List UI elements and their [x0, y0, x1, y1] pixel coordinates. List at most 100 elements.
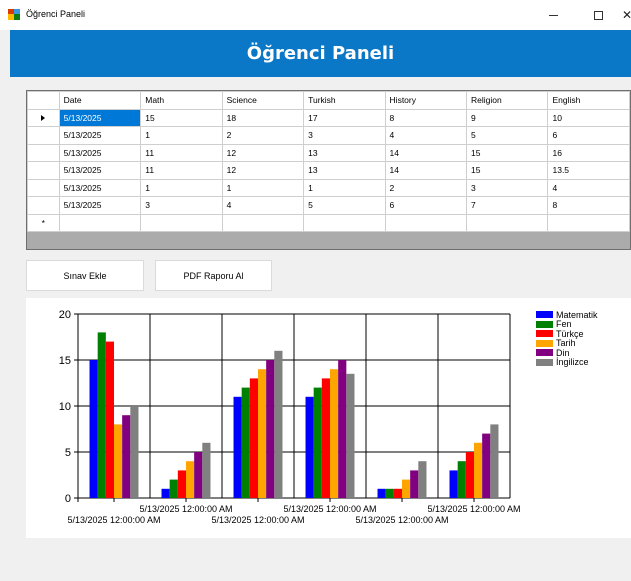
table-cell[interactable]: 12 — [221, 161, 305, 180]
bar-tarih — [186, 461, 195, 498]
table-cell[interactable]: 6 — [547, 126, 630, 145]
close-button[interactable]: ✕ — [617, 3, 631, 27]
table-cell[interactable]: 11 — [140, 161, 223, 180]
minimize-button[interactable] — [538, 3, 568, 27]
table-cell[interactable]: 12 — [221, 143, 305, 162]
table-cell[interactable]: 5/13/2025 — [58, 108, 142, 127]
exam-table: Date Math Science Turkish History Religi… — [27, 91, 630, 232]
row-header[interactable] — [27, 178, 60, 197]
row-header[interactable] — [27, 108, 60, 127]
column-header[interactable]: Turkish — [303, 91, 386, 110]
table-cell[interactable]: 13 — [303, 161, 386, 180]
header-banner: Öğrenci Paneli — [10, 30, 631, 77]
row-header[interactable] — [27, 126, 60, 145]
bar-tarih — [114, 424, 123, 498]
bar-i̇ngilizce — [130, 406, 139, 498]
legend-swatch — [536, 349, 553, 357]
table-cell[interactable]: 18 — [221, 108, 305, 127]
table-cell[interactable]: 1 — [221, 178, 305, 197]
column-header[interactable]: Science — [221, 91, 305, 110]
bar-fen — [385, 488, 394, 498]
bar-matematik — [89, 360, 98, 498]
legend-label: Din — [556, 347, 570, 358]
table-cell[interactable] — [547, 213, 630, 232]
bar-türkçe — [105, 341, 114, 498]
table-cell[interactable]: 15 — [140, 108, 223, 127]
table-cell[interactable]: 3 — [465, 178, 549, 197]
table-row[interactable]: 5/13/2025 15 18 17 8 9 10 — [27, 108, 630, 127]
new-row-marker[interactable]: * — [27, 213, 60, 232]
table-cell[interactable]: 14 — [384, 143, 467, 162]
table-cell[interactable]: 13.5 — [547, 161, 630, 180]
row-header[interactable] — [27, 196, 60, 215]
table-cell[interactable]: 9 — [465, 108, 549, 127]
table-cell[interactable]: 3 — [303, 126, 386, 145]
table-cell[interactable] — [221, 213, 305, 232]
table-cell[interactable]: 13 — [303, 143, 386, 162]
x-tick-label: 5/13/2025 12:00:00 AM — [283, 504, 376, 514]
table-row[interactable]: 5/13/2025 11 12 13 14 15 13.5 — [27, 161, 630, 180]
table-cell[interactable]: 1 — [140, 126, 223, 145]
add-exam-button[interactable]: Sınav Ekle — [26, 260, 144, 291]
table-cell[interactable]: 4 — [221, 196, 305, 215]
table-cell[interactable]: 11 — [140, 143, 223, 162]
bar-i̇ngilizce — [274, 350, 283, 498]
row-header[interactable] — [27, 143, 60, 162]
table-cell[interactable]: 5/13/2025 — [58, 196, 142, 215]
table-cell[interactable]: 6 — [384, 196, 467, 215]
table-cell[interactable]: 1 — [140, 178, 223, 197]
table-cell[interactable]: 4 — [547, 178, 630, 197]
table-cell[interactable] — [303, 213, 386, 232]
table-cell[interactable]: 7 — [465, 196, 549, 215]
bar-matematik — [305, 396, 314, 498]
table-cell[interactable]: 5 — [303, 196, 386, 215]
table-cell[interactable]: 1 — [303, 178, 386, 197]
table-row[interactable]: 5/13/2025 11 12 13 14 15 16 — [27, 143, 630, 162]
column-header[interactable]: Math — [140, 91, 223, 110]
exam-grid[interactable]: Date Math Science Turkish History Religi… — [26, 90, 631, 250]
table-cell[interactable]: 2 — [384, 178, 467, 197]
y-tick-label: 20 — [59, 309, 71, 321]
table-cell[interactable]: 14 — [384, 161, 467, 180]
table-cell[interactable]: 8 — [547, 196, 630, 215]
table-cell[interactable] — [140, 213, 223, 232]
table-cell[interactable]: 5/13/2025 — [58, 126, 142, 145]
table-cell[interactable]: 10 — [547, 108, 630, 127]
table-cell[interactable]: 5/13/2025 — [58, 178, 142, 197]
table-cell[interactable]: 17 — [303, 108, 386, 127]
y-tick-label: 15 — [59, 355, 71, 367]
column-header[interactable]: History — [384, 91, 467, 110]
table-cell[interactable] — [58, 213, 142, 232]
table-row[interactable]: 5/13/2025 1 1 1 2 3 4 — [27, 178, 630, 197]
table-cell[interactable]: 5/13/2025 — [58, 161, 142, 180]
table-cell[interactable]: 5 — [465, 126, 549, 145]
bar-din — [482, 433, 491, 498]
legend-item: Tarih — [536, 338, 598, 348]
column-header[interactable]: Date — [58, 91, 142, 110]
new-row[interactable]: * — [27, 213, 630, 232]
bar-din — [410, 470, 419, 498]
table-cell[interactable] — [384, 213, 467, 232]
table-cell[interactable]: 2 — [221, 126, 305, 145]
bar-din — [122, 415, 131, 498]
grades-chart: 0 5 10 15 20 5/13/2025 12:00:00 AM 5/13/2025 1… — [26, 298, 631, 538]
table-cell[interactable]: 8 — [384, 108, 467, 127]
pdf-report-button[interactable]: PDF Raporu Al — [155, 260, 272, 291]
table-row[interactable]: 5/13/2025 1 2 3 4 5 6 — [27, 126, 630, 145]
column-header[interactable]: English — [547, 91, 630, 110]
table-cell[interactable]: 15 — [465, 161, 549, 180]
table-cell[interactable]: 5/13/2025 — [58, 143, 142, 162]
table-cell[interactable]: 3 — [140, 196, 223, 215]
page-title: Öğrenci Paneli — [246, 43, 395, 64]
table-row[interactable]: 5/13/2025 3 4 5 6 7 8 — [27, 196, 630, 215]
maximize-button[interactable] — [583, 3, 613, 27]
legend-item: İngilizce — [536, 357, 598, 367]
table-cell[interactable]: 16 — [547, 143, 630, 162]
row-header[interactable] — [27, 161, 60, 180]
column-header[interactable]: Religion — [465, 91, 549, 110]
x-tick-label: 5/13/2025 12:00:00 AM — [355, 515, 448, 525]
table-cell[interactable]: 15 — [465, 143, 549, 162]
bar-tarih — [474, 442, 483, 498]
table-cell[interactable] — [465, 213, 549, 232]
table-cell[interactable]: 4 — [384, 126, 467, 145]
